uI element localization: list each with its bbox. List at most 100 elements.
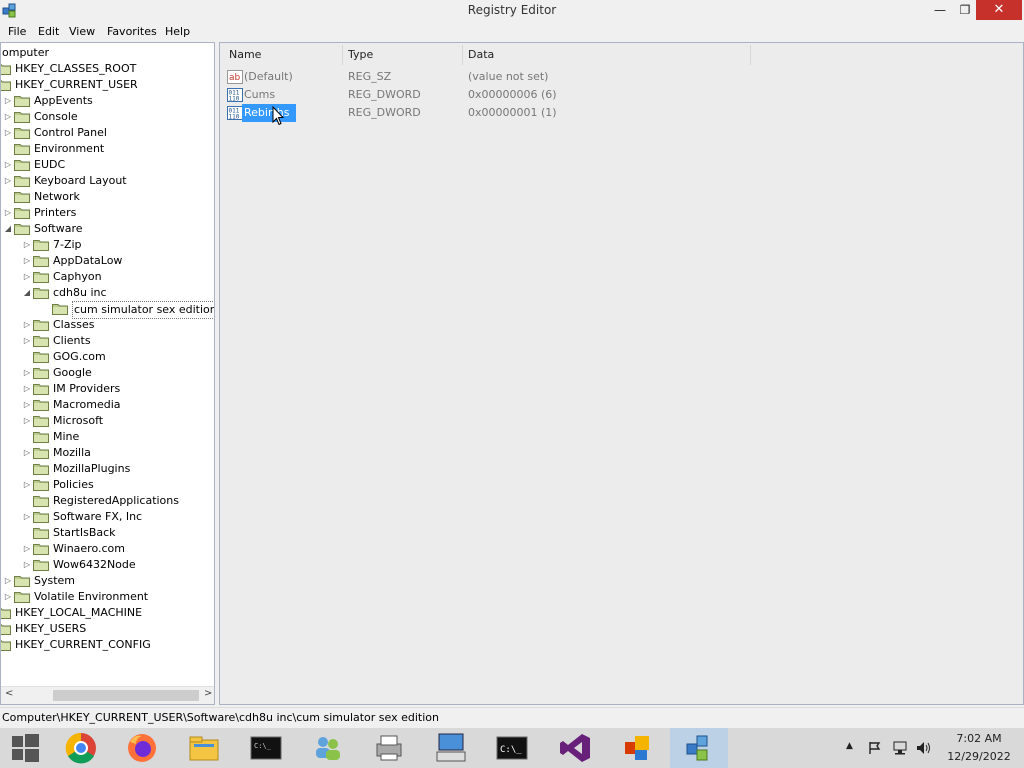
tree-item[interactable]: GOG.com (1, 349, 214, 365)
firefox-taskbar-button[interactable] (113, 728, 171, 768)
network-icon[interactable] (892, 740, 908, 756)
expand-arrow-icon[interactable]: ▷ (4, 205, 12, 221)
network-users-taskbar-button[interactable] (299, 728, 357, 768)
tree-item[interactable]: ▷ Macromedia (1, 397, 214, 413)
column-divider[interactable] (342, 45, 343, 65)
tree-item[interactable]: ▷ Google (1, 365, 214, 381)
expand-arrow-icon[interactable]: ▷ (4, 157, 12, 173)
close-button[interactable]: ✕ (976, 0, 1022, 20)
tree-item[interactable]: ▷ Policies (1, 477, 214, 493)
scroll-thumb[interactable] (53, 690, 199, 701)
value-list[interactable]: Name Type Data ab (Default) REG_SZ (value n… (219, 42, 1024, 705)
tree-item[interactable]: HKEY_CURRENT_CONFIG (1, 637, 214, 653)
menu-view[interactable]: View (69, 25, 95, 38)
tree-item[interactable]: ▷ Volatile Environment (1, 589, 214, 605)
tree-item[interactable]: Mine (1, 429, 214, 445)
windows-start-taskbar-button[interactable] (0, 728, 50, 768)
expand-arrow-icon[interactable]: ▷ (4, 573, 12, 589)
clock-time[interactable]: 7:02 AM (940, 732, 1018, 745)
scroll-right-icon[interactable]: > (204, 688, 212, 699)
tree-item[interactable]: ▷ AppDataLow (1, 253, 214, 269)
tree-item[interactable]: HKEY_CURRENT_USER (1, 77, 214, 93)
keyboard-monitor-taskbar-button[interactable] (422, 728, 480, 768)
expand-arrow-icon[interactable]: ▷ (23, 253, 31, 269)
column-header-name[interactable]: Name (229, 43, 261, 67)
collapse-arrow-icon[interactable]: ◢ (23, 285, 31, 301)
tree-item[interactable]: ▷ Console (1, 109, 214, 125)
tree-item[interactable]: ▷ Printers (1, 205, 214, 221)
column-divider[interactable] (750, 45, 751, 65)
expand-arrow-icon[interactable]: ▷ (23, 381, 31, 397)
expand-arrow-icon[interactable]: ▷ (23, 413, 31, 429)
expand-arrow-icon[interactable]: ▷ (23, 541, 31, 557)
column-header-type[interactable]: Type (348, 43, 373, 67)
tree-item[interactable]: cum simulator sex edition (1, 301, 214, 319)
tree-item[interactable]: ◢ cdh8u inc (1, 285, 214, 301)
expand-arrow-icon[interactable]: ▷ (23, 445, 31, 461)
chrome-taskbar-button[interactable] (52, 728, 110, 768)
menu-favorites[interactable]: Favorites (107, 25, 157, 38)
tree-item[interactable]: Network (1, 189, 214, 205)
tree-item[interactable]: ▷ Microsoft (1, 413, 214, 429)
tree-item[interactable]: ▷ Software FX, Inc (1, 509, 214, 525)
file-explorer-taskbar-button[interactable] (175, 728, 233, 768)
tree-item[interactable]: ▷ Winaero.com (1, 541, 214, 557)
tree-item[interactable]: ▷ System (1, 573, 214, 589)
value-row[interactable]: 011 110 Cums REG_DWORD 0x00000006 (6) (220, 86, 1023, 104)
tree-item[interactable]: ▷ 7-Zip (1, 237, 214, 253)
tree-item[interactable]: ▷ Control Panel (1, 125, 214, 141)
tree-item[interactable]: HKEY_LOCAL_MACHINE (1, 605, 214, 621)
tree-item[interactable]: ▷ Clients (1, 333, 214, 349)
tree-root[interactable]: omputer (2, 45, 49, 61)
expand-arrow-icon[interactable]: ▷ (4, 173, 12, 189)
restore-button[interactable]: ❐ (954, 0, 976, 20)
expand-arrow-icon[interactable]: ▷ (23, 477, 31, 493)
expand-arrow-icon[interactable]: ▷ (4, 589, 12, 605)
volume-icon[interactable] (916, 741, 932, 755)
expand-arrow-icon[interactable]: ▷ (23, 509, 31, 525)
expand-arrow-icon[interactable]: ▷ (23, 557, 31, 573)
scroll-left-icon[interactable]: < (5, 688, 13, 699)
expand-arrow-icon[interactable]: ▷ (23, 333, 31, 349)
column-header-data[interactable]: Data (468, 43, 494, 67)
show-hidden-icons[interactable]: ▲ (846, 741, 853, 751)
menu-help[interactable]: Help (165, 25, 190, 38)
tree-item[interactable]: ▷ AppEvents (1, 93, 214, 109)
value-row[interactable]: ab (Default) REG_SZ (value not set) (220, 68, 1023, 86)
collapse-arrow-icon[interactable]: ◢ (4, 221, 12, 237)
tree-item[interactable]: ▷ Keyboard Layout (1, 173, 214, 189)
expand-arrow-icon[interactable]: ▷ (4, 125, 12, 141)
expand-arrow-icon[interactable]: ▷ (23, 365, 31, 381)
minimize-button[interactable]: — (926, 0, 954, 20)
tree-item[interactable]: ▷ Classes (1, 317, 214, 333)
visual-studio-taskbar-button[interactable] (546, 728, 604, 768)
horizontal-scrollbar[interactable]: < > (1, 686, 214, 704)
tree-item[interactable]: MozillaPlugins (1, 461, 214, 477)
tree-item[interactable]: Environment (1, 141, 214, 157)
menu-file[interactable]: File (8, 25, 26, 38)
tree-item[interactable]: ◢ Software (1, 221, 214, 237)
tree-item[interactable]: ▷ EUDC (1, 157, 214, 173)
tree-item[interactable]: ▷ IM Providers (1, 381, 214, 397)
value-row[interactable]: 011 110 Rebirths REG_DWORD 0x00000001 (1) (220, 104, 1023, 122)
clock-date[interactable]: 12/29/2022 (940, 750, 1018, 763)
expand-arrow-icon[interactable]: ▷ (4, 109, 12, 125)
expand-arrow-icon[interactable]: ▷ (23, 269, 31, 285)
tree-item[interactable]: RegisteredApplications (1, 493, 214, 509)
menu-edit[interactable]: Edit (38, 25, 59, 38)
tree-item[interactable]: HKEY_CLASSES_ROOT (1, 61, 214, 77)
column-divider[interactable] (462, 45, 463, 65)
command-prompt-taskbar-button[interactable]: C:\_ (483, 728, 541, 768)
tree-item[interactable]: ▷ Caphyon (1, 269, 214, 285)
expand-arrow-icon[interactable]: ▷ (23, 317, 31, 333)
tree-item[interactable]: StartIsBack (1, 525, 214, 541)
tree-item[interactable]: ▷ Wow6432Node (1, 557, 214, 573)
registry-editor-taskbar-button[interactable] (670, 728, 728, 768)
office-shapes-taskbar-button[interactable] (608, 728, 666, 768)
tree-item[interactable]: HKEY_USERS (1, 621, 214, 637)
console-taskbar-button[interactable]: C:\_ (237, 728, 295, 768)
tree-item[interactable]: ▷ Mozilla (1, 445, 214, 461)
expand-arrow-icon[interactable]: ▷ (4, 93, 12, 109)
expand-arrow-icon[interactable]: ▷ (23, 397, 31, 413)
action-center-flag-icon[interactable] (868, 741, 882, 755)
